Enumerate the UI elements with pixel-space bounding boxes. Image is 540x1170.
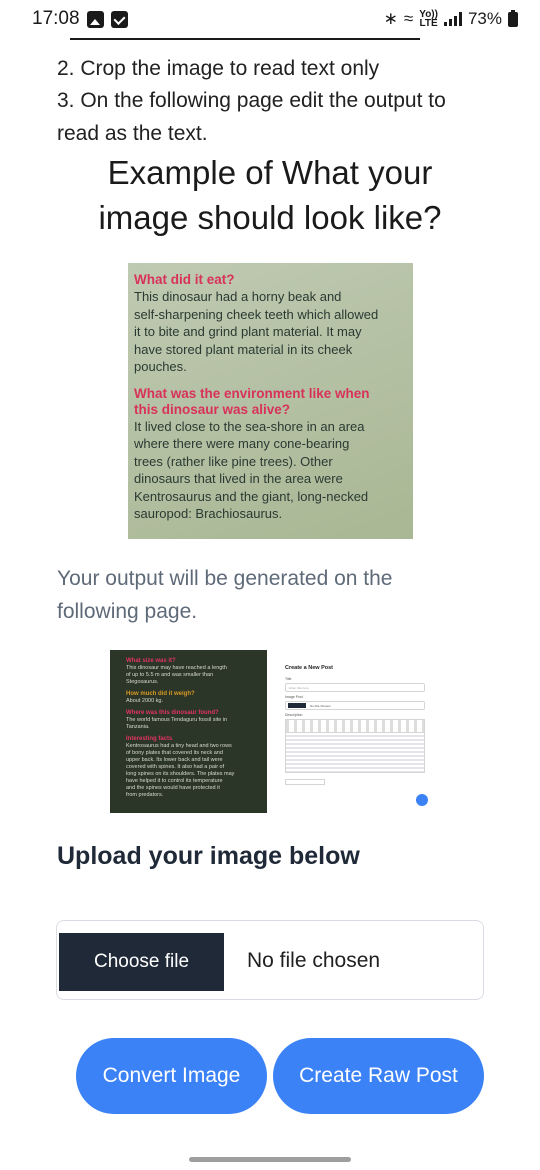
comp-form-label: Title xyxy=(285,677,292,681)
battery-icon xyxy=(508,9,518,27)
comp-title-field: Enter title here xyxy=(285,683,425,692)
photo-heading: What did it eat? xyxy=(134,272,235,287)
example-photo: What did it eat? This dinosaur had a hor… xyxy=(128,263,413,539)
photo-text: have stored plant material in its cheek xyxy=(134,341,353,357)
example-output-image: What size was it? This dinosaur may have… xyxy=(110,650,430,813)
status-time: 17:08 xyxy=(32,8,80,29)
bluetooth-icon: ∗ xyxy=(383,9,398,28)
comp-image-field: No File Chosen xyxy=(285,701,425,710)
photo-text: Kentrosaurus and the giant, long-necked xyxy=(134,488,369,504)
comp-heading: Where was this dinosaur found? xyxy=(126,710,219,716)
signal-icon xyxy=(443,12,462,26)
example-title: Example of What your image should look l… xyxy=(0,150,540,240)
comp-choose-file xyxy=(288,703,306,708)
home-indicator[interactable] xyxy=(189,1157,351,1162)
create-raw-post-button[interactable]: Create Raw Post xyxy=(273,1038,484,1114)
comp-text: covered with spines. It also had a pair … xyxy=(126,764,225,770)
comp-heading: Interesting facts xyxy=(126,736,173,742)
comp-text: This dinosaur may have reached a length xyxy=(126,665,227,671)
comp-text: Stegosaurus. xyxy=(126,679,159,685)
comp-text: The world famous Tendaguru fossil site i… xyxy=(126,717,228,723)
file-input[interactable]: Choose file No file chosen xyxy=(56,920,484,1000)
comp-heading: How much did it weigh? xyxy=(126,691,195,697)
photo-text: trees (rather like pine trees). Other xyxy=(134,453,333,469)
output-note-line2: following page. xyxy=(57,600,198,623)
comp-select xyxy=(285,779,325,785)
output-note: Your output will be generated on the fol… xyxy=(57,562,392,628)
comp-text: have helped it to control its temperatur… xyxy=(126,778,223,784)
photo-text: sauropod: Brachiosaurus. xyxy=(134,506,283,521)
comp-no-file: No File Chosen xyxy=(310,704,331,708)
photo-text: it to bite and grind plant material. It … xyxy=(134,324,362,339)
photo-text: dinosaurs that lived in the area were xyxy=(134,471,343,486)
network-label-bottom: LTE xyxy=(419,18,438,29)
comp-form-title: Create a New Post xyxy=(285,665,333,671)
comp-title-placeholder: Enter title here xyxy=(289,686,309,690)
photo-text: pouches. xyxy=(134,359,187,374)
comp-text: Tanzania. xyxy=(126,724,150,730)
photo-heading: this dinosaur was alive? xyxy=(134,401,291,417)
comp-editor-text xyxy=(285,733,425,773)
instruction-step-3-line1: 3. On the following page edit the output… xyxy=(57,89,446,112)
comp-text: About 2000 kg. xyxy=(126,698,164,704)
comp-text: of up to 5.5 m and was smaller than xyxy=(126,672,214,678)
photo-text: self-sharpening cheek teeth which allowe… xyxy=(134,306,379,322)
network-type: Yo)) LTE xyxy=(419,10,438,29)
status-bar: 17:08 ∗ ≈ Yo)) LTE 73% xyxy=(0,0,540,38)
comp-text: long spines on its shoulders. The plates… xyxy=(126,771,235,777)
comp-form-label: Image Post xyxy=(285,695,303,699)
file-status: No file chosen xyxy=(247,949,381,972)
comp-text: and the spines would have protected it xyxy=(126,785,220,791)
example-title-line1: Example of What your xyxy=(107,154,433,191)
photo-text: This dinosaur had a horny beak and xyxy=(134,289,342,304)
photo-text: where there were many cone-bearing xyxy=(134,436,350,451)
example-title-line2: image should look like? xyxy=(98,199,442,236)
comp-text: of bony plates that covered its neck and xyxy=(126,750,223,756)
comp-submit-dot xyxy=(416,794,428,806)
example-output-form: Create a New Post Title Enter title here… xyxy=(275,665,430,813)
check-icon xyxy=(110,10,128,28)
comp-text: Kentrosaurus had a tiny head and two row… xyxy=(126,743,232,749)
instruction-step-3-line2: read as the text. xyxy=(57,122,208,145)
comp-text: upper back. Its lower back and tail were xyxy=(126,757,223,763)
example-output-photo: What size was it? This dinosaur may have… xyxy=(110,650,267,813)
comp-form-label: Description xyxy=(285,713,303,717)
comp-text: from predators. xyxy=(126,792,164,798)
instruction-step-2: 2. Crop the image to read text only xyxy=(57,57,380,80)
choose-file-button[interactable]: Choose file xyxy=(59,933,224,991)
convert-image-button[interactable]: Convert Image xyxy=(76,1038,267,1114)
wifi-icon: ≈ xyxy=(403,9,414,28)
upload-title: Upload your image below xyxy=(57,842,360,870)
photo-text: It lived close to the sea-shore in an ar… xyxy=(134,418,365,434)
comp-heading: What size was it? xyxy=(126,658,176,664)
photo-heading: What was the environment like when xyxy=(134,385,370,401)
status-indicators: ∗ ≈ Yo)) LTE 73% xyxy=(384,9,518,29)
comp-editor-toolbar xyxy=(285,719,425,733)
output-note-line1: Your output will be generated on the xyxy=(57,567,393,590)
battery-percent: 73% xyxy=(467,9,502,28)
gallery-icon xyxy=(86,10,104,28)
